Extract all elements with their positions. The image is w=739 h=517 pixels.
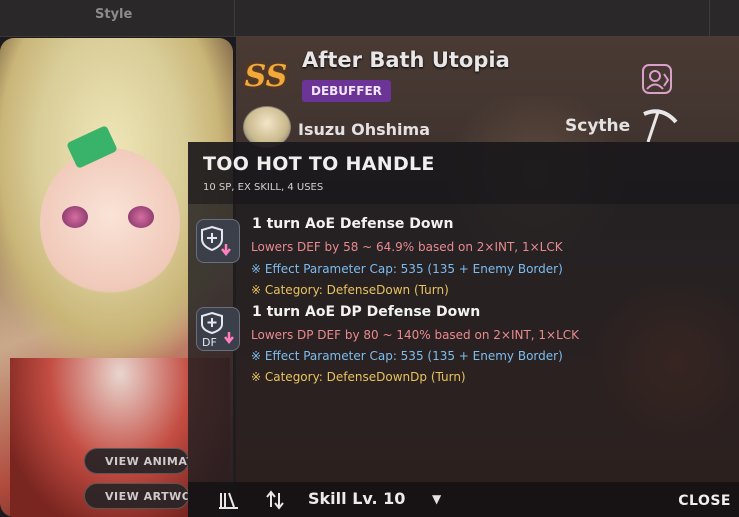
effect-title: 1 turn AoE Defense Down [252,216,454,232]
effect-item: DF 1 turn AoE DP Defense Down Lowers DP … [196,304,716,384]
top-bar-divider [709,0,710,36]
character-name: Isuzu Ohshima [298,120,430,139]
role-badge: DEBUFFER [302,80,391,102]
top-bar: Style [0,0,739,37]
effect-title: 1 turn AoE DP Defense Down [252,304,481,320]
library-icon[interactable] [218,489,240,511]
close-button[interactable]: CLOSE [678,493,731,509]
top-bar-divider [234,0,235,36]
debuffer-role-icon [642,64,672,94]
view-artwork-button[interactable]: VIEW ARTWO [84,483,189,509]
skill-detail-panel: TOO HOT TO HANDLE 10 SP, EX SKILL, 4 USE… [188,142,739,517]
view-animation-button[interactable]: VIEW ANIMATI [84,448,189,474]
effect-category: ※ Category: DefenseDownDp (Turn) [251,370,466,384]
style-tab-label[interactable]: Style [95,7,132,22]
effect-parameter-cap: ※ Effect Parameter Cap: 535 (135 + Enemy… [251,262,563,276]
skill-title: TOO HOT TO HANDLE [203,153,435,175]
effect-icon-text: DF [202,336,217,349]
portrait-face [40,148,180,298]
weapon-name: Scythe [565,116,631,136]
effect-description: Lowers DP DEF by 80 ~ 140% based on 2×IN… [251,328,580,342]
portrait-eye [128,206,154,228]
skill-level-select[interactable]: Skill Lv. 10 [308,489,405,508]
portrait-eye [62,206,88,228]
bottom-toolbar: Skill Lv. 10 ▼ CLOSE [188,482,739,517]
shield-df-down-icon: DF [196,307,240,351]
shield-down-icon [196,219,240,263]
scythe-icon [643,109,678,143]
style-name: After Bath Utopia [302,48,510,72]
rank-badge: SS [244,59,288,94]
skill-cost-info: 10 SP, EX SKILL, 4 USES [203,182,324,193]
effect-category: ※ Category: DefenseDown (Turn) [251,283,449,297]
skill-header: TOO HOT TO HANDLE 10 SP, EX SKILL, 4 USE… [188,142,739,204]
swap-sort-icon[interactable] [264,489,286,511]
effect-parameter-cap: ※ Effect Parameter Cap: 535 (135 + Enemy… [251,349,563,363]
effect-item: 1 turn AoE Defense Down Lowers DEF by 58… [196,216,716,297]
chevron-down-icon[interactable]: ▼ [432,492,441,506]
effect-description: Lowers DEF by 58 ~ 64.9% based on 2×INT,… [251,240,563,254]
